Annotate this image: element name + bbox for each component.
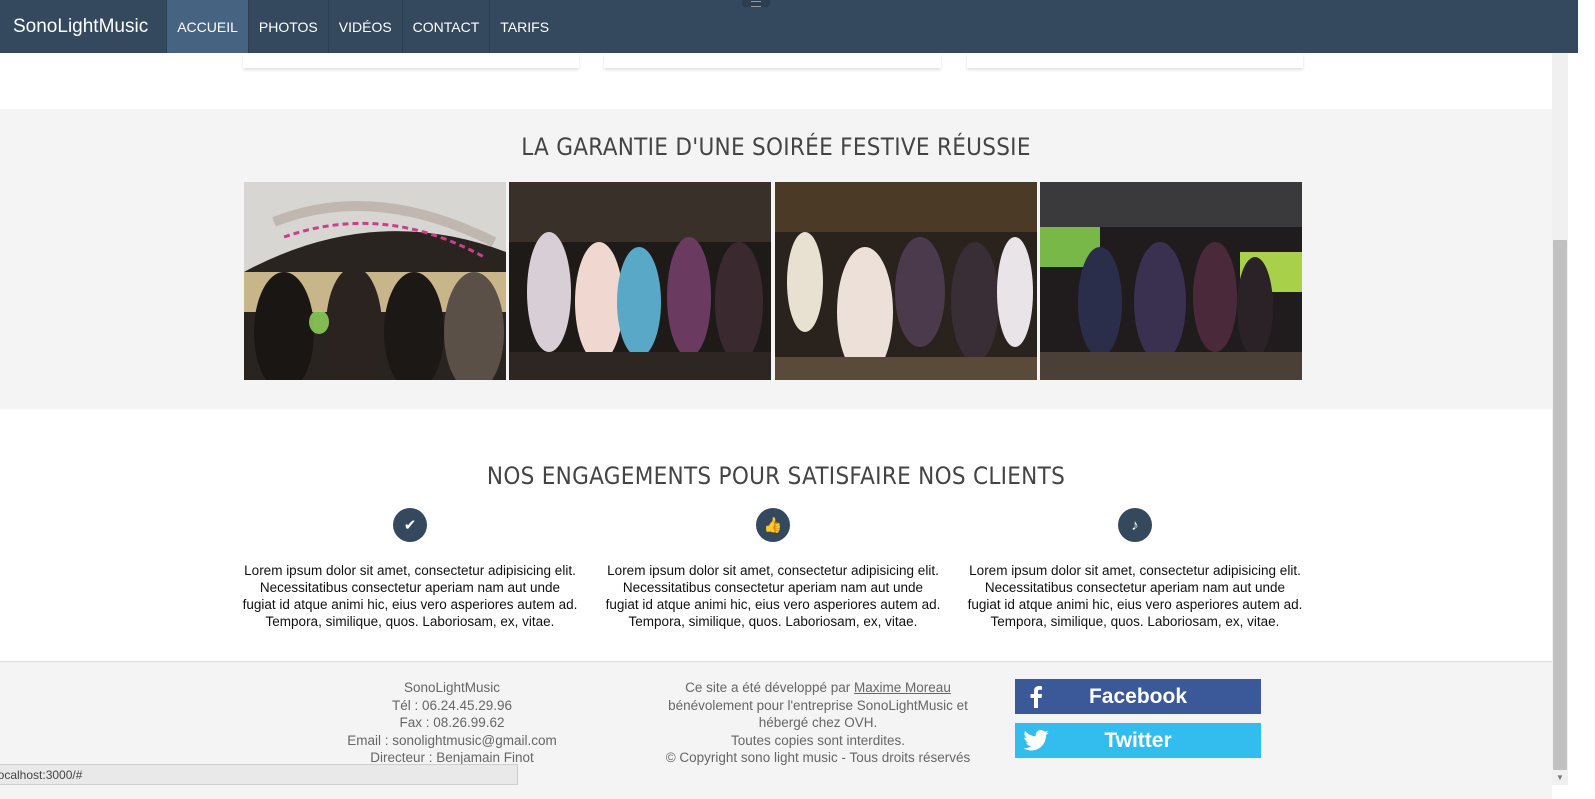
engagement-text: Lorem ipsum dolor sit amet, consectetur … (242, 563, 578, 629)
music-note-icon: ♪ (1118, 508, 1152, 542)
footer-credits: Ce site a été développé par Maxime Morea… (642, 679, 994, 767)
engagements-title: NOS ENGAGEMENTS POUR SATISFAIRE NOS CLIE… (486, 462, 1066, 490)
twitter-button[interactable]: Twitter (1015, 723, 1261, 758)
facebook-label: Facebook (1088, 684, 1188, 708)
footer-dev-line: bénévolement pour l'entreprise SonoLight… (668, 697, 968, 713)
footer-dev-prefix: Ce site a été développé par (685, 680, 855, 695)
twitter-label: Twitter (1104, 728, 1172, 752)
footer-company: SonoLightMusic (403, 680, 501, 695)
scrollbar-thumb[interactable] (1553, 240, 1567, 770)
nav-item-videos[interactable]: VIDÉOS (327, 0, 402, 53)
engagement-text: Lorem ipsum dolor sit amet, consectetur … (605, 563, 941, 629)
engagement-item: ✔ Lorem ipsum dolor sit amet, consectetu… (242, 508, 578, 630)
thumbs-up-icon: 👍 (756, 508, 790, 542)
party-photo[interactable] (509, 182, 771, 380)
footer-phone: Tél : 06.24.45.29.96 (391, 697, 513, 713)
engagement-text: Lorem ipsum dolor sit amet, consectetur … (967, 563, 1303, 629)
nav-item-contact[interactable]: CONTACT (401, 0, 490, 53)
nav-item-photos[interactable]: PHOTOS (247, 0, 328, 53)
party-photo[interactable] (1040, 182, 1302, 380)
engagement-item: 👍 Lorem ipsum dolor sit amet, consectetu… (605, 508, 941, 630)
gallery-title: LA GARANTIE D'UNE SOIRÉE FESTIVE RÉUSSIE (521, 133, 1031, 161)
footer-host-line: hébergé chez OVH. (758, 715, 878, 731)
facebook-icon (1015, 685, 1057, 708)
twitter-icon (1015, 730, 1057, 751)
status-url: localhost:3000/# (0, 768, 83, 782)
check-icon: ✔ (393, 508, 427, 542)
engagement-item: ♪ Lorem ipsum dolor sit amet, consectetu… (967, 508, 1303, 630)
footer-copyright: © Copyright sono light music - Tous droi… (665, 750, 971, 766)
party-photo[interactable] (244, 182, 506, 380)
nav-item-tarifs[interactable]: TARIFS (489, 0, 559, 53)
developer-link[interactable]: Maxime Moreau (854, 680, 951, 695)
facebook-button[interactable]: Facebook (1015, 679, 1261, 714)
footer-fax: Fax : 08.26.99.62 (399, 715, 505, 731)
footer-copies: Toutes copies sont interdites. (730, 732, 906, 748)
menu-toggle-tab[interactable] (742, 0, 770, 7)
nav-item-accueil[interactable]: ACCUEIL (166, 0, 248, 53)
top-navbar: SonoLightMusic ACCUEIL PHOTOS VIDÉOS CON… (0, 0, 1578, 53)
scroll-down-arrow[interactable]: ▼ (1552, 771, 1568, 785)
card-bottom-edge (243, 53, 579, 68)
card-bottom-edge (967, 53, 1303, 68)
browser-status-bar: localhost:3000/# (0, 764, 518, 785)
footer-email: Email : sonolightmusic@gmail.com (347, 732, 557, 748)
footer-contact: SonoLightMusic Tél : 06.24.45.29.96 Fax … (302, 679, 602, 767)
gallery-section: LA GARANTIE D'UNE SOIRÉE FESTIVE RÉUSSIE (0, 109, 1552, 409)
party-photo[interactable] (775, 182, 1037, 380)
brand-logo[interactable]: SonoLightMusic (0, 0, 166, 53)
card-bottom-edge (604, 53, 941, 68)
